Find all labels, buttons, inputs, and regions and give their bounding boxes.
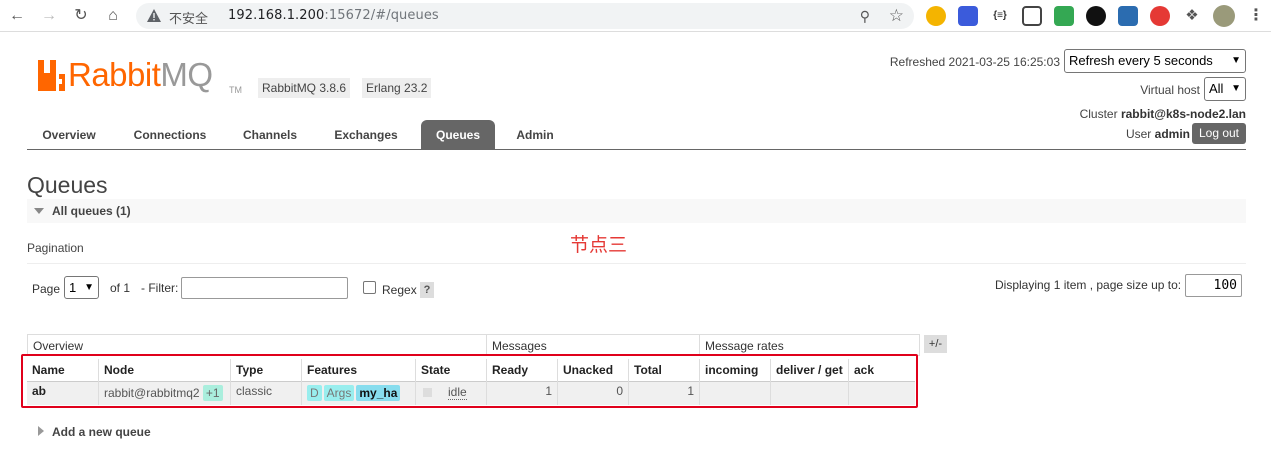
extension-icon[interactable] — [1054, 6, 1074, 26]
regex-label: Regex — [382, 283, 417, 297]
menu-icon[interactable]: ⋮ — [1245, 5, 1267, 27]
puzzle-icon[interactable]: ❖ — [1182, 6, 1202, 26]
reload-icon[interactable]: ↻ — [70, 5, 92, 27]
virtual-host-select[interactable]: All ▼ — [1204, 77, 1246, 101]
tab-overview[interactable]: Overview — [27, 120, 111, 150]
page-label: Page — [32, 282, 61, 296]
section-title: All queues (1) — [52, 204, 131, 218]
browser-toolbar: ← → ↻ ⌂ 不安全 192.168.1.200:15672/#/queues… — [0, 0, 1271, 32]
logo-trademark: TM — [229, 85, 242, 95]
tab-connections[interactable]: Connections — [121, 120, 219, 150]
group-header-messages: Messages — [486, 334, 700, 356]
expand-triangle-icon — [38, 426, 44, 436]
insecure-label: 不安全 — [169, 11, 209, 26]
url-text: 192.168.1.200:15672/#/queues — [228, 8, 439, 23]
collapse-triangle-icon — [34, 208, 44, 214]
extension-icon[interactable] — [1150, 6, 1170, 26]
extension-icon[interactable] — [926, 6, 946, 26]
pagination-label: Pagination — [27, 241, 84, 255]
forward-icon[interactable]: → — [38, 5, 60, 27]
chevron-down-icon: ▼ — [1231, 55, 1241, 66]
home-icon[interactable]: ⌂ — [102, 5, 124, 27]
extension-icon[interactable] — [1118, 6, 1138, 26]
json-extension-icon[interactable]: {≡} — [990, 6, 1010, 26]
key-icon[interactable]: ⚲ — [860, 8, 870, 25]
screenshot-icon[interactable] — [1022, 6, 1042, 26]
highlight-box — [21, 354, 918, 408]
chevron-down-icon: ▼ — [84, 282, 94, 293]
back-icon[interactable]: ← — [6, 5, 28, 27]
chevron-down-icon: ▼ — [1231, 83, 1241, 94]
main-nav-tabs: Overview Connections Channels Exchanges … — [27, 120, 1246, 150]
address-bar[interactable]: 不安全 192.168.1.200:15672/#/queues ⚲ ☆ — [136, 3, 914, 29]
annotation-text: 节点三 — [570, 235, 628, 256]
add-new-queue-toggle[interactable]: Add a new queue — [52, 425, 151, 439]
refresh-interval-select[interactable]: Refresh every 5 seconds ▼ — [1064, 49, 1246, 73]
erlang-version-badge: Erlang 23.2 — [362, 78, 432, 98]
tab-queues[interactable]: Queues — [421, 120, 495, 150]
warning-icon — [147, 9, 161, 22]
extension-icon[interactable] — [958, 6, 978, 26]
filter-label: - Filter: — [141, 281, 179, 295]
page-title: Queues — [27, 172, 108, 198]
column-toggle-button[interactable]: +/- — [924, 335, 947, 353]
tab-exchanges[interactable]: Exchanges — [323, 120, 409, 150]
virtual-host-label: Virtual host — [1140, 83, 1200, 97]
rabbitmq-logo-icon — [38, 60, 65, 91]
avatar[interactable] — [1213, 5, 1235, 27]
cluster-info: Cluster rabbit@k8s-node2.lan — [1079, 107, 1246, 121]
filter-input[interactable] — [181, 277, 348, 299]
group-header-message-rates: Message rates — [699, 334, 920, 356]
star-icon[interactable]: ☆ — [889, 6, 904, 26]
page-select[interactable]: 1 ▼ — [64, 276, 99, 299]
all-queues-section-toggle[interactable]: All queues (1) — [27, 199, 1246, 223]
regex-checkbox[interactable] — [363, 281, 376, 294]
help-button[interactable]: ? — [420, 282, 434, 298]
tab-admin[interactable]: Admin — [507, 120, 563, 150]
group-header-overview: Overview — [27, 334, 487, 356]
tab-channels[interactable]: Channels — [231, 120, 309, 150]
page-size-input[interactable]: 100 — [1185, 274, 1242, 297]
rabbitmq-version-badge: RabbitMQ 3.8.6 — [258, 78, 351, 98]
refreshed-timestamp: Refreshed 2021-03-25 16:25:03 — [889, 55, 1060, 69]
page-size-label: Displaying 1 item , page size up to: — [995, 278, 1182, 292]
logo-text: RabbitMQ — [68, 56, 213, 93]
extension-icon[interactable] — [1086, 6, 1106, 26]
page-count: of 1 — [110, 281, 131, 295]
